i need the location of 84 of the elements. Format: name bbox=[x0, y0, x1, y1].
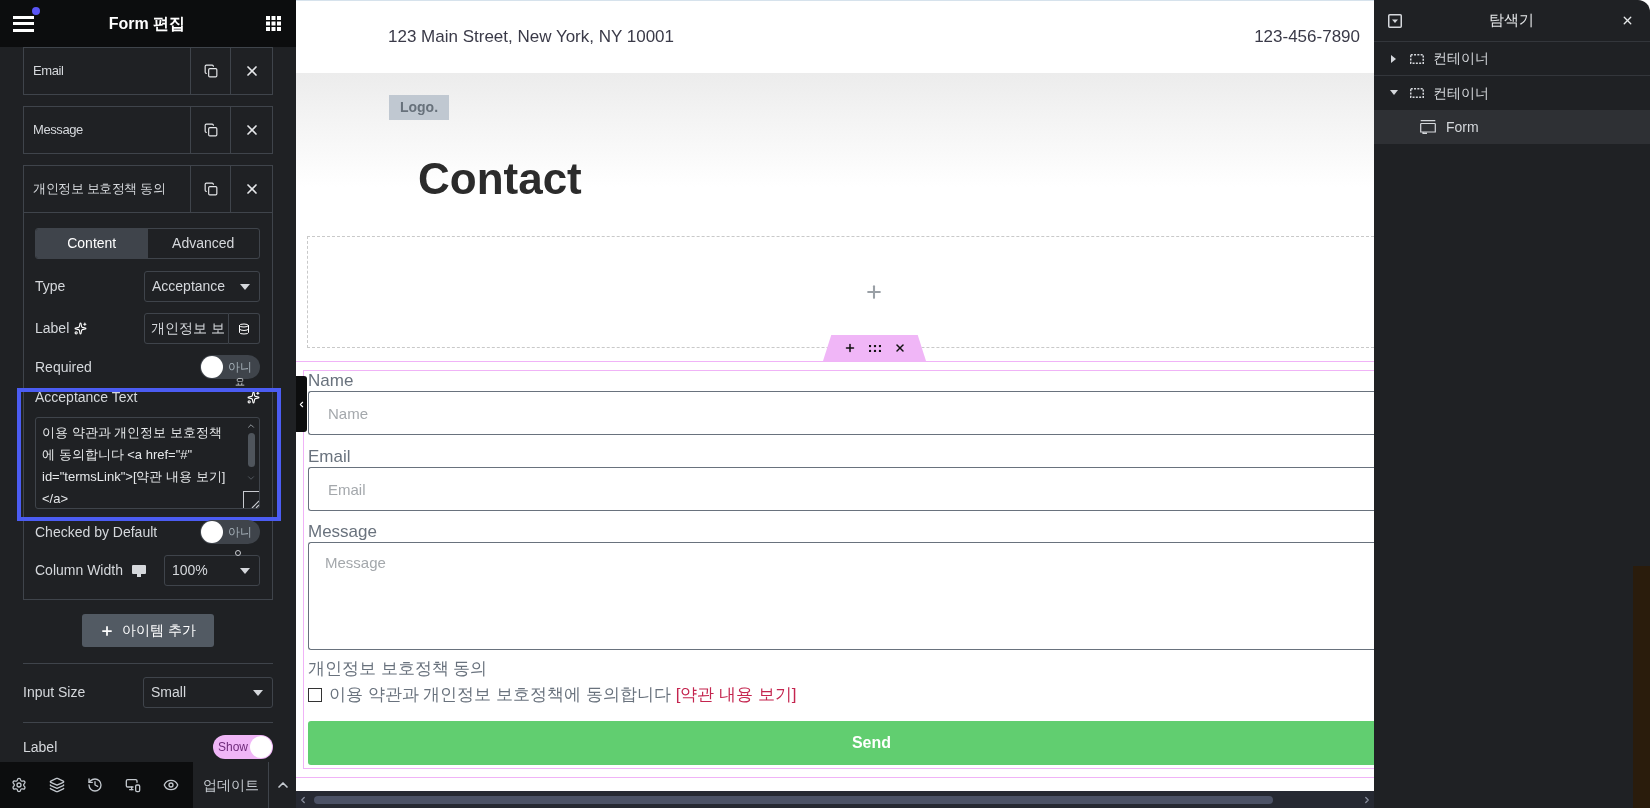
setting-label: Type bbox=[35, 277, 66, 296]
collapse-icon[interactable] bbox=[1388, 13, 1402, 28]
chevron-up-icon bbox=[246, 421, 256, 431]
input-size-select[interactable]: Small bbox=[143, 677, 273, 708]
chevron-right-icon bbox=[1362, 794, 1372, 805]
collapse-panel-button[interactable] bbox=[296, 376, 307, 432]
eye-icon bbox=[163, 777, 179, 793]
setting-label: Checked by Default bbox=[35, 522, 158, 542]
toggle-switch[interactable]: 아니 bbox=[200, 520, 260, 544]
database-icon bbox=[238, 322, 250, 335]
settings-icon bbox=[11, 777, 27, 793]
history-icon bbox=[87, 777, 103, 793]
caret-right-icon[interactable] bbox=[1390, 54, 1398, 63]
navigator-item[interactable]: 컨테이너 bbox=[1374, 76, 1650, 110]
repeater-item-title[interactable]: Email bbox=[24, 48, 190, 94]
field-label: Name bbox=[308, 371, 354, 391]
textarea-field[interactable]: Message bbox=[308, 542, 1374, 650]
dynamic-tags-button[interactable] bbox=[229, 313, 260, 344]
input-field[interactable]: Email bbox=[308, 467, 1374, 511]
layers-icon bbox=[49, 777, 65, 793]
sparkles-icon[interactable] bbox=[74, 322, 88, 335]
chevron-left-icon bbox=[297, 399, 306, 409]
menu-button[interactable] bbox=[13, 15, 34, 32]
setting-label: Label bbox=[35, 319, 70, 338]
field-label: 개인정보 보호정책 동의 bbox=[308, 659, 488, 679]
resize-handle[interactable] bbox=[243, 491, 259, 508]
scrollbar-thumb[interactable] bbox=[247, 433, 255, 467]
navigator-item-label: Form bbox=[1446, 117, 1479, 137]
caret-down-icon bbox=[240, 283, 250, 290]
setting-label: Label bbox=[23, 737, 58, 757]
toggle-switch[interactable]: Show bbox=[213, 735, 273, 759]
navigator-item-label: 컨테이너 bbox=[1433, 49, 1489, 68]
window-icon bbox=[1420, 120, 1436, 134]
caret-down-icon[interactable] bbox=[1390, 89, 1398, 97]
chevron-down-icon bbox=[246, 473, 256, 483]
field-label: Message bbox=[308, 522, 377, 542]
resize-grip-icon bbox=[251, 500, 259, 508]
panel-title: Form 편집 bbox=[108, 13, 186, 34]
dotted-box-icon bbox=[1410, 53, 1424, 64]
page-heading: Contact bbox=[418, 153, 582, 205]
plus-icon bbox=[100, 623, 115, 638]
repeater-item-title[interactable]: Message bbox=[24, 107, 190, 153]
horizontal-scrollbar[interactable] bbox=[296, 791, 1374, 808]
chevron-left-icon bbox=[298, 794, 308, 805]
sparkles-icon[interactable] bbox=[247, 390, 260, 404]
toggle-switch[interactable]: 아니 bbox=[200, 355, 260, 379]
type-select[interactable]: Acceptance bbox=[144, 271, 260, 302]
navigator-item[interactable]: Form bbox=[1374, 110, 1650, 144]
copy-icon bbox=[203, 64, 218, 78]
repeater-item-title[interactable]: 개인정보 보호정책 동의 bbox=[24, 166, 190, 212]
input-field[interactable]: Name bbox=[308, 391, 1374, 435]
close-icon[interactable] bbox=[1621, 14, 1634, 27]
field-label: Email bbox=[308, 447, 351, 467]
copy-icon bbox=[203, 123, 218, 137]
scrollbar-thumb[interactable] bbox=[314, 795, 1273, 804]
navigator-title: 탐색기 bbox=[1488, 10, 1535, 31]
navigator-item[interactable]: 컨테이너 bbox=[1374, 42, 1650, 76]
navigator-item-label: 컨테이너 bbox=[1433, 83, 1489, 103]
setting-label: Acceptance Text bbox=[35, 387, 138, 407]
plus-icon[interactable] bbox=[843, 342, 856, 354]
dotted-box-icon bbox=[1410, 88, 1424, 98]
logo: Logo. bbox=[389, 95, 449, 120]
apps-grid-icon[interactable] bbox=[266, 16, 281, 31]
caret-down-icon bbox=[240, 567, 250, 574]
add-item-button[interactable]: 아이템 추가 bbox=[82, 614, 214, 647]
caret-down-icon bbox=[253, 689, 263, 696]
checkbox[interactable] bbox=[308, 688, 322, 702]
setting-label: Input Size bbox=[23, 683, 86, 702]
address-text: 123 Main Street, New York, NY 10001 bbox=[388, 26, 675, 49]
close-icon[interactable] bbox=[893, 342, 906, 354]
terms-link[interactable]: [약관 내용 보기] bbox=[675, 685, 797, 704]
tab[interactable]: Content bbox=[36, 229, 148, 258]
devices-icon bbox=[125, 777, 141, 793]
column-width-select[interactable]: 100% bbox=[164, 555, 260, 586]
phone-text: 123-456-7890 bbox=[1254, 26, 1360, 49]
tab[interactable]: Advanced bbox=[147, 229, 259, 258]
text-input[interactable]: 개인정보 보 bbox=[144, 313, 229, 344]
copy-icon bbox=[203, 182, 218, 196]
acceptance-text: 이용 약관과 개인정보 보호정책에 동의합니다 [약관 내용 보기] bbox=[329, 685, 797, 705]
setting-label: Required bbox=[35, 357, 92, 377]
textarea-field[interactable]: 이용 약관과 개인정보 보호정책에 동의합니다 <a href="#" id="termsLink">[약관 내용 보기]</a> bbox=[35, 417, 260, 509]
setting-label: Column Width bbox=[35, 561, 123, 580]
drag-handle-icon[interactable] bbox=[868, 344, 881, 352]
desktop-icon[interactable] bbox=[131, 564, 146, 577]
